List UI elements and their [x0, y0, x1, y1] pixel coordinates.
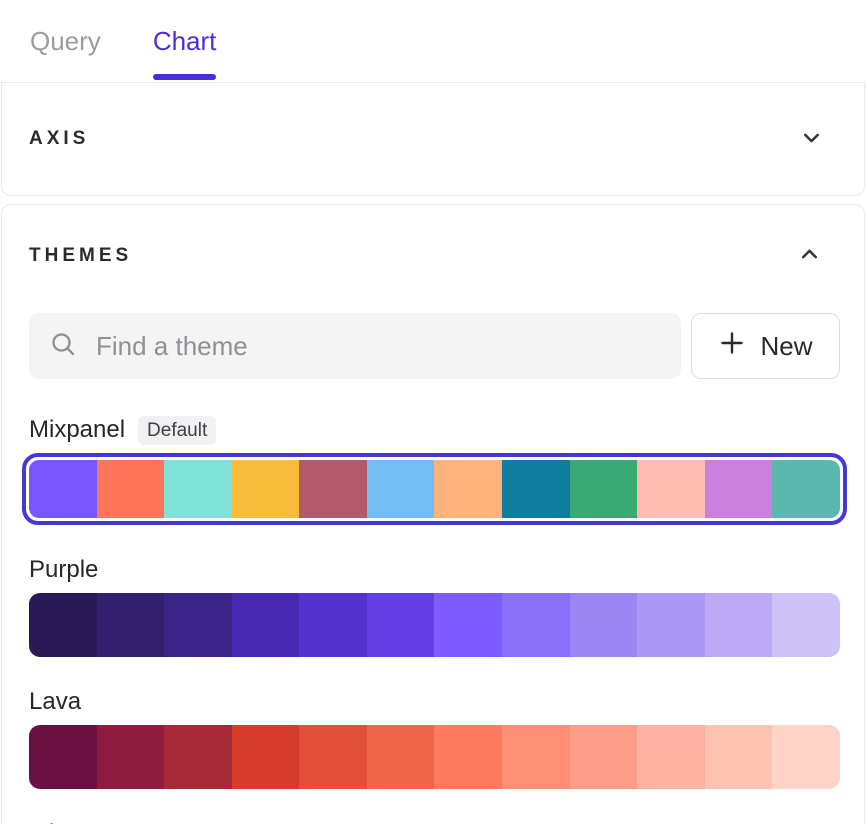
theme-swatch-strip: [29, 460, 840, 518]
theme-row: Mixpanel Default: [29, 415, 840, 525]
color-swatch: [637, 725, 705, 789]
color-swatch: [232, 460, 300, 518]
color-swatch: [299, 460, 367, 518]
color-swatch: [97, 460, 165, 518]
theme-row: Mint: [29, 819, 840, 824]
color-swatch: [772, 593, 840, 657]
themes-collapse-toggle[interactable]: [796, 243, 822, 269]
theme-row: Lava: [29, 687, 840, 789]
color-swatch: [164, 725, 232, 789]
theme-list: Mixpanel Default Purple Lava Mint: [29, 415, 840, 824]
tab-chart[interactable]: Chart: [153, 0, 217, 82]
chart-settings-panel: Query Chart AXIS THEMES: [0, 0, 866, 824]
theme-palette-option[interactable]: [22, 453, 847, 525]
color-swatch: [570, 725, 638, 789]
color-swatch: [434, 460, 502, 518]
tab-underline: [153, 74, 217, 80]
tab-bar: Query Chart: [0, 0, 866, 83]
themes-section: THEMES: [1, 204, 865, 824]
themes-section-title: THEMES: [29, 245, 132, 267]
axis-section: AXIS: [1, 83, 865, 196]
chevron-down-icon: [799, 125, 824, 153]
color-swatch: [570, 593, 638, 657]
color-swatch: [29, 725, 97, 789]
axis-collapse-toggle[interactable]: [798, 126, 824, 152]
color-swatch: [29, 460, 97, 518]
theme-label-row: Mixpanel Default: [29, 415, 840, 445]
theme-label-row: Lava: [29, 687, 840, 717]
color-swatch: [502, 593, 570, 657]
color-swatch: [502, 460, 570, 518]
search-input[interactable]: [94, 330, 661, 363]
color-swatch: [29, 593, 97, 657]
theme-swatch-strip: [29, 593, 840, 657]
color-swatch: [367, 725, 435, 789]
color-swatch: [772, 725, 840, 789]
theme-swatch-strip: [29, 725, 840, 789]
theme-name: Mixpanel: [29, 416, 125, 444]
color-swatch: [367, 593, 435, 657]
theme-label-row: Purple: [29, 555, 840, 585]
chevron-up-icon: [797, 242, 822, 270]
color-swatch: [637, 460, 705, 518]
color-swatch: [434, 593, 502, 657]
new-theme-button[interactable]: New: [691, 313, 840, 379]
color-swatch: [367, 460, 435, 518]
color-swatch: [705, 460, 773, 518]
color-swatch: [299, 593, 367, 657]
tab-query-label: Query: [30, 26, 101, 57]
color-swatch: [232, 725, 300, 789]
plus-icon: [718, 329, 746, 364]
color-swatch: [705, 725, 773, 789]
search-icon: [49, 330, 77, 363]
color-swatch: [570, 460, 638, 518]
color-swatch: [97, 725, 165, 789]
axis-section-title: AXIS: [29, 128, 89, 150]
theme-name: Lava: [29, 688, 81, 716]
tab-chart-label: Chart: [153, 26, 217, 57]
color-swatch: [637, 593, 705, 657]
color-swatch: [299, 725, 367, 789]
theme-label-row: Mint: [29, 819, 840, 824]
color-swatch: [772, 460, 840, 518]
color-swatch: [502, 725, 570, 789]
theme-name: Purple: [29, 556, 98, 584]
color-swatch: [434, 725, 502, 789]
theme-search-row: New: [29, 313, 840, 379]
color-swatch: [164, 460, 232, 518]
color-swatch: [164, 593, 232, 657]
theme-palette-option[interactable]: [29, 725, 840, 789]
default-badge: Default: [138, 416, 216, 445]
color-swatch: [705, 593, 773, 657]
theme-row: Purple: [29, 555, 840, 657]
new-theme-button-label: New: [760, 331, 812, 362]
theme-palette-option[interactable]: [29, 593, 840, 657]
color-swatch: [97, 593, 165, 657]
theme-name: Mint: [29, 820, 74, 824]
color-swatch: [232, 593, 300, 657]
tab-query[interactable]: Query: [30, 0, 101, 82]
themes-section-header: THEMES: [29, 243, 840, 269]
theme-search-box[interactable]: [29, 313, 681, 379]
